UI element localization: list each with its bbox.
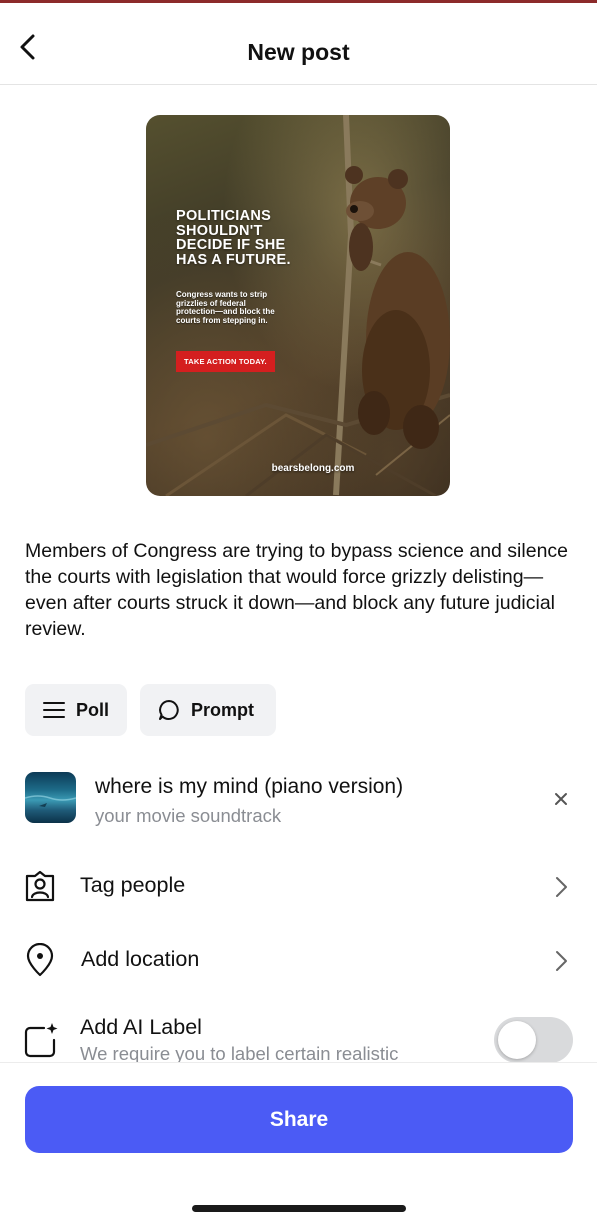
post-image[interactable]: POLITICIANS SHOULDN'T DECIDE IF SHE HAS …	[146, 115, 450, 496]
caption-text[interactable]: Members of Congress are trying to bypass…	[25, 538, 575, 642]
music-artist: your movie soundtrack	[95, 805, 282, 826]
image-headline: POLITICIANS SHOULDN'T DECIDE IF SHE HAS …	[176, 208, 291, 268]
image-subtext: Congress wants to strip grizzlies of fed…	[176, 290, 275, 325]
remove-music-button[interactable]	[548, 786, 574, 812]
ocean-art	[25, 795, 76, 807]
music-album-art	[25, 772, 76, 823]
music-row[interactable]: where is my mind (piano version) your mo…	[0, 762, 597, 834]
ai-sparkle-icon	[22, 1022, 58, 1058]
prompt-label: Prompt	[191, 699, 254, 720]
ai-label-title: Add AI Label	[80, 1015, 202, 1039]
prompt-button[interactable]: Prompt	[140, 684, 276, 736]
music-title: where is my mind (piano version)	[95, 775, 404, 798]
add-location-label: Add location	[81, 947, 200, 971]
tag-people-row[interactable]: Tag people	[0, 856, 597, 916]
toggle-knob	[498, 1021, 536, 1059]
close-icon	[555, 793, 567, 805]
speech-bubble-icon	[159, 700, 179, 720]
ai-label-toggle[interactable]	[494, 1017, 573, 1063]
ai-label-row: Add AI Label We require you to label cer…	[0, 1008, 597, 1064]
chevron-right-icon	[548, 948, 574, 974]
location-pin-icon	[22, 942, 58, 978]
list-icon	[43, 702, 65, 718]
poll-button[interactable]: Poll	[25, 684, 127, 736]
image-domain: bearsbelong.com	[271, 463, 355, 474]
add-location-row[interactable]: Add location	[0, 930, 597, 990]
page-title: New post	[247, 39, 350, 65]
chevron-right-icon	[548, 874, 574, 900]
person-tag-icon	[22, 868, 58, 904]
header: New post	[0, 3, 597, 85]
home-indicator	[192, 1205, 406, 1212]
poll-label: Poll	[76, 699, 110, 720]
share-button[interactable]: Share	[25, 1086, 573, 1153]
tag-people-label: Tag people	[80, 873, 186, 897]
ai-label-description: We require you to label certain realisti…	[80, 1043, 399, 1064]
image-cta-badge: TAKE ACTION TODAY.	[176, 351, 275, 372]
